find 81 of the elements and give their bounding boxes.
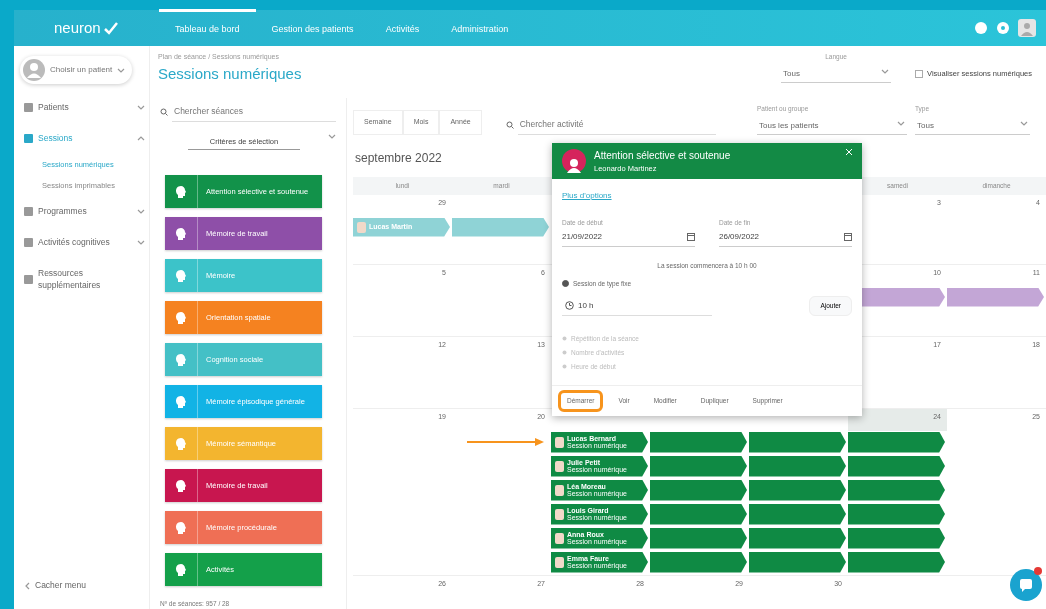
search-icon (505, 120, 514, 129)
menu-item-icon (24, 133, 33, 143)
sidebar-item[interactable]: Programmes (20, 196, 149, 227)
head-icon (175, 226, 187, 241)
calendar-icon (844, 232, 852, 242)
event-bar[interactable] (749, 479, 846, 501)
menu-item-icon (24, 102, 33, 112)
head-icon (175, 394, 187, 409)
head-icon (175, 520, 187, 535)
chat-button[interactable] (1010, 569, 1042, 601)
event-bar[interactable] (848, 431, 945, 453)
caret-icon (117, 67, 126, 73)
checkbox[interactable] (915, 69, 924, 78)
head-icon (175, 436, 187, 451)
filter-select[interactable]: Tous les patients (757, 117, 907, 135)
avatar-photo (555, 556, 564, 568)
avatar-photo (555, 460, 564, 472)
hide-menu-link[interactable]: Cacher menu (20, 570, 149, 601)
event-bar[interactable] (848, 527, 945, 549)
avatar-photo (555, 508, 564, 520)
chevron-left-icon (24, 581, 30, 590)
popup-title: Attention sélective et soutenue (594, 148, 732, 163)
event-bar[interactable] (848, 479, 945, 501)
caret-icon (897, 119, 905, 126)
clock-icon (565, 301, 574, 311)
language-select[interactable]: Tous (781, 65, 892, 83)
event-bar[interactable] (650, 431, 747, 453)
event-bar[interactable] (848, 551, 945, 573)
event-bar[interactable] (749, 455, 846, 477)
sidebar-item[interactable]: Sessions (20, 122, 149, 154)
search-icon (160, 107, 168, 116)
head-icon (175, 268, 187, 283)
avatar-photo (555, 532, 564, 544)
logo-icon (102, 21, 119, 35)
event-bar[interactable] (650, 527, 747, 549)
event-bar[interactable] (650, 503, 747, 525)
logo-text: neuron (54, 17, 101, 38)
head-icon (175, 562, 187, 577)
event-bar[interactable] (848, 503, 945, 525)
user-icon (23, 59, 45, 81)
avatar-photo (555, 436, 564, 448)
event-bar[interactable] (749, 551, 846, 573)
bullet-icon (562, 350, 567, 356)
event-bar[interactable] (749, 431, 846, 453)
page-title: Sessions numériques (158, 63, 303, 84)
head-icon (175, 184, 187, 199)
event-bar[interactable] (650, 551, 747, 573)
event-bar[interactable] (848, 455, 945, 477)
avatar-photo (357, 221, 366, 233)
sidebar-item[interactable]: Activités cognitives (20, 226, 149, 258)
sidebar-item[interactable]: Patients (20, 92, 149, 123)
menu-item-icon (24, 274, 33, 284)
event-bar[interactable] (749, 503, 846, 525)
filter-select[interactable]: Tous (915, 117, 1030, 135)
menu-item-icon (24, 237, 33, 247)
menu-item-icon (24, 206, 33, 216)
close-icon[interactable] (846, 149, 852, 155)
more-options-link[interactable]: Plus d'options (562, 191, 612, 200)
caret-icon (1020, 119, 1028, 126)
calendar-icon (687, 232, 695, 242)
radio-button[interactable] (562, 279, 569, 287)
avatar-photo (555, 484, 564, 496)
bullet-icon (562, 336, 567, 342)
sidebar-item[interactable]: Ressources supplémentaires (20, 257, 149, 301)
event-bar[interactable] (749, 527, 846, 549)
head-icon (175, 352, 187, 367)
chat-icon (1019, 578, 1033, 592)
date-field[interactable]: 26/09/2022 (719, 227, 852, 247)
event-bar[interactable] (650, 479, 747, 501)
duration-field[interactable]: 10 h (562, 296, 712, 316)
patient-selector[interactable]: Choisir un patient (20, 56, 132, 84)
bullet-icon (562, 363, 567, 369)
month-title: septembre 2022 (355, 149, 442, 167)
patient-label: Choisir un patient (50, 64, 113, 76)
caret-icon (881, 67, 890, 74)
user-icon (567, 157, 581, 173)
date-field[interactable]: 21/09/2022 (562, 227, 695, 247)
event-bar[interactable] (650, 455, 747, 477)
head-icon (175, 310, 187, 325)
caret-icon (328, 132, 336, 139)
head-icon (175, 478, 187, 493)
